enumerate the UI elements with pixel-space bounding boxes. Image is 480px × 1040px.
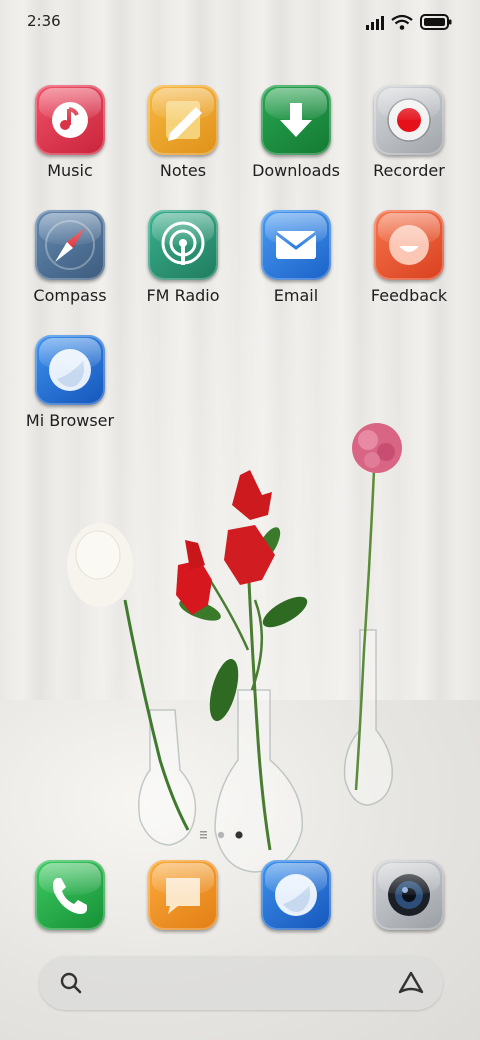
search-bar[interactable] — [39, 956, 443, 1010]
app-compass[interactable]: Compass — [15, 210, 125, 305]
wifi-icon — [391, 14, 413, 30]
clock: 2:36 — [27, 12, 61, 30]
page-dot-1[interactable] — [217, 831, 225, 839]
messages-icon — [148, 860, 218, 930]
downloads-icon — [261, 85, 331, 155]
app-mi-browser[interactable]: Mi Browser — [15, 335, 125, 430]
browser-icon — [261, 860, 331, 930]
app-label: Recorder — [373, 161, 445, 180]
app-music[interactable]: Music — [15, 85, 125, 180]
app-label: Mi Browser — [25, 411, 115, 430]
browser-icon — [35, 335, 105, 405]
status-bar: 2:36 — [0, 0, 480, 44]
app-label: Music — [47, 161, 93, 180]
phone-icon — [35, 860, 105, 930]
music-icon — [35, 85, 105, 155]
system-icons — [366, 14, 452, 30]
home-screen: 2:36 Music Notes Downloads Recorder Comp… — [0, 0, 480, 1040]
app-notes[interactable]: Notes — [128, 85, 238, 180]
page-indicator[interactable] — [200, 829, 250, 841]
app-feedback[interactable]: Feedback — [354, 210, 464, 305]
battery-icon — [420, 14, 452, 30]
app-label: Downloads — [252, 161, 340, 180]
app-downloads[interactable]: Downloads — [241, 85, 351, 180]
page-dot-2-active[interactable] — [235, 831, 243, 839]
camera-icon — [374, 860, 444, 930]
dock-phone[interactable] — [15, 860, 125, 930]
app-email[interactable]: Email — [241, 210, 351, 305]
recorder-icon — [374, 85, 444, 155]
dock-browser[interactable] — [241, 860, 351, 930]
assistant-icon[interactable] — [397, 970, 425, 996]
dock-camera[interactable] — [354, 860, 464, 930]
app-label: FM Radio — [146, 286, 220, 305]
email-icon — [261, 210, 331, 280]
app-label: Feedback — [370, 286, 448, 305]
search-icon[interactable] — [59, 971, 83, 995]
compass-icon — [35, 210, 105, 280]
app-label: Notes — [159, 161, 207, 180]
feedback-icon — [374, 210, 444, 280]
app-fm-radio[interactable]: FM Radio — [128, 210, 238, 305]
menu-lines-icon — [200, 831, 207, 839]
signal-icon — [366, 16, 384, 30]
dock-messages[interactable] — [128, 860, 238, 930]
notes-icon — [148, 85, 218, 155]
radio-icon — [148, 210, 218, 280]
app-label: Compass — [33, 286, 107, 305]
app-label: Email — [273, 286, 319, 305]
app-recorder[interactable]: Recorder — [354, 85, 464, 180]
